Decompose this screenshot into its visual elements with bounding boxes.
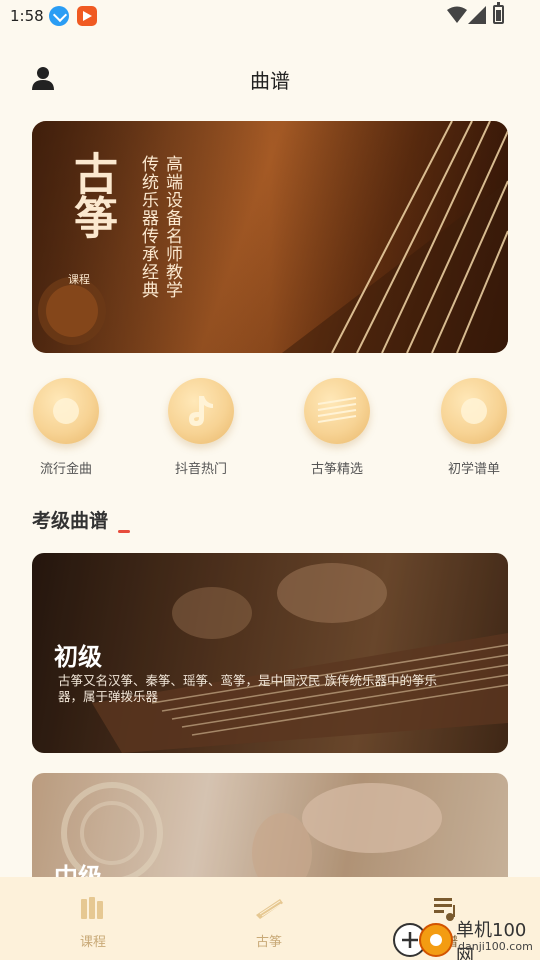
category-label: 抖音热门 [174, 462, 227, 477]
banner-slogan-2: 高端设备名师教学 [162, 155, 182, 299]
guzheng-playing-photo [32, 553, 508, 753]
app-screen: 1:58 曲谱 古筝 课程 传统乐器传承经典 高端设备名师教学 流行金曲 抖音热… [0, 0, 540, 960]
guzheng-icon [304, 378, 370, 444]
category-douyin-hot[interactable]: 抖音热门 [151, 378, 251, 477]
radio-icon [33, 378, 99, 444]
watermark-logo-icon [393, 923, 453, 957]
watermark-text: 单机100网 [456, 920, 527, 960]
category-beginner-list[interactable]: 初学谱单 [424, 378, 524, 477]
books-icon [81, 897, 103, 919]
level-card-basic[interactable]: 初级 古筝又名汉筝、秦筝、瑶筝、鸾筝，是中国汉民 族传统乐器中的筝乐器，属于弹拨… [32, 553, 508, 753]
category-guzheng-selection[interactable]: 古筝精选 [287, 378, 387, 477]
banner-slogan-1: 传统乐器传承经典 [138, 155, 158, 299]
status-time: 1:58 [10, 7, 44, 25]
download-icon [49, 6, 69, 26]
nav-label: 课程 [79, 935, 106, 950]
category-label: 流行金曲 [39, 462, 92, 477]
speaker-icon [441, 378, 507, 444]
nav-label: 古筝 [255, 935, 282, 950]
category-label: 古筝精选 [310, 462, 363, 477]
banner[interactable]: 古筝 课程 传统乐器传承经典 高端设备名师教学 [32, 121, 508, 353]
wifi-icon [447, 6, 467, 23]
level-name: 初级 [54, 643, 102, 671]
banner-logo-sub: 课程 [68, 273, 90, 286]
section-title: 考级曲谱 [32, 510, 109, 532]
watermark: 单机100网 danji100.com [390, 912, 540, 960]
watermark-url: danji100.com [458, 940, 533, 953]
banner-logo-text: 古筝 [66, 151, 117, 239]
guzheng-icon [256, 899, 283, 919]
category-popular-hits[interactable]: 流行金曲 [16, 378, 116, 477]
signal-icon [468, 6, 486, 24]
tiktok-icon [168, 378, 234, 444]
battery-icon [493, 2, 504, 24]
status-bar: 1:58 [0, 0, 540, 34]
app-header: 曲谱 [0, 55, 540, 99]
nav-tab-guzheng[interactable]: 古筝 [214, 893, 324, 950]
level-description: 古筝又名汉筝、秦筝、瑶筝、鸾筝，是中国汉民 族传统乐器中的筝乐器，属于弹拨乐器 [58, 673, 437, 704]
section-title-accent [118, 530, 130, 533]
nav-tab-courses[interactable]: 课程 [38, 893, 148, 950]
app-notification-icon [77, 6, 97, 26]
category-label: 初学谱单 [447, 462, 500, 477]
page-title: 曲谱 [250, 69, 290, 93]
